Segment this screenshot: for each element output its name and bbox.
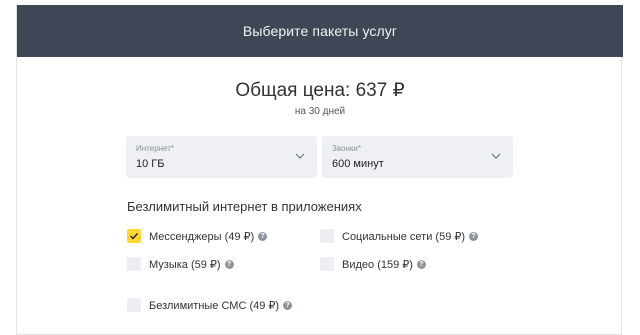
help-icon[interactable]: ? — [283, 300, 293, 310]
total-price: Общая цена: 637 ₽ — [235, 80, 405, 101]
checkmark-icon — [130, 233, 139, 240]
help-icon[interactable]: ? — [224, 259, 234, 269]
internet-select-value: 10 ГБ — [136, 158, 165, 170]
option-messengers[interactable]: Мессенджеры (49 ₽) ? — [127, 227, 268, 245]
internet-select[interactable]: Интернет* 10 ГБ — [126, 136, 317, 178]
option-video[interactable]: Видео (159 ₽) ? — [320, 255, 426, 273]
video-checkbox[interactable] — [320, 257, 334, 271]
social-networks-checkbox[interactable] — [320, 229, 334, 243]
calls-select-value: 600 минут — [332, 158, 384, 170]
social-networks-label: Социальные сети (59 ₽) — [342, 230, 466, 243]
help-icon[interactable]: ? — [416, 259, 426, 269]
video-label: Видео (159 ₽) — [342, 258, 413, 271]
chevron-down-icon — [295, 153, 305, 159]
internet-select-label: Интернет* — [136, 144, 175, 153]
card-header: Выберите пакеты услуг — [17, 5, 623, 57]
music-label: Музыка (59 ₽) — [149, 258, 221, 271]
header-title: Выберите пакеты услуг — [242, 23, 398, 39]
chevron-down-icon — [491, 153, 501, 159]
sms-checkbox[interactable] — [127, 298, 141, 312]
messengers-label: Мессенджеры (49 ₽) — [149, 230, 255, 243]
price-period: на 30 дней — [294, 106, 346, 117]
music-checkbox[interactable] — [127, 257, 141, 271]
messengers-checkbox[interactable] — [127, 229, 141, 243]
service-package-card: Выберите пакеты услуг Общая цена: 637 ₽ … — [16, 5, 623, 335]
sms-label: Безлимитные СМС (49 ₽) — [149, 299, 280, 312]
calls-select-label: Звонки* — [332, 144, 361, 153]
option-music[interactable]: Музыка (59 ₽) ? — [127, 255, 234, 273]
unlimited-apps-title: Безлимитный интернет в приложениях — [127, 199, 362, 214]
help-icon[interactable]: ? — [469, 231, 479, 241]
help-icon[interactable]: ? — [258, 231, 268, 241]
option-unlimited-sms[interactable]: Безлимитные СМС (49 ₽) ? — [127, 296, 293, 314]
option-social-networks[interactable]: Социальные сети (59 ₽) ? — [320, 227, 479, 245]
calls-select[interactable]: Звонки* 600 минут — [322, 136, 513, 178]
